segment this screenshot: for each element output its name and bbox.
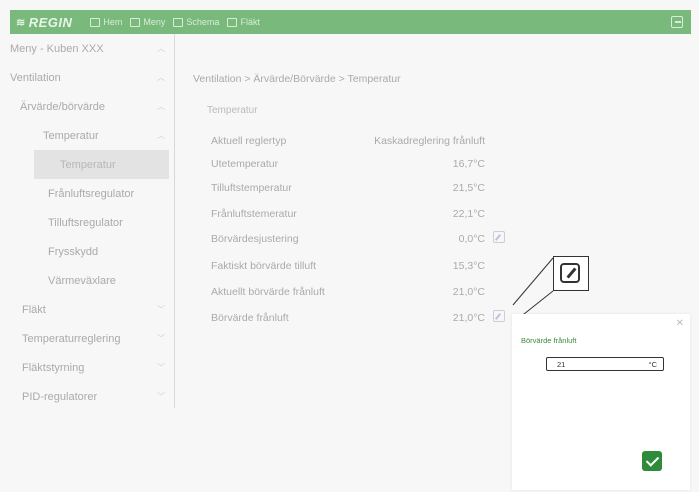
sidebar-item-meny[interactable]: Meny - Kuben XXX ︿ — [10, 34, 174, 63]
sidebar-item-franluftsregulator[interactable]: Frånluftsregulator — [10, 179, 174, 208]
chevron-up-icon: ︿ — [157, 101, 165, 111]
sidebar-item-label: Fläkt — [22, 303, 46, 316]
nav-schedule[interactable]: Schema — [173, 17, 219, 27]
row-value: 21,5°C — [452, 182, 485, 194]
popup-title: Börvärde frånluft — [521, 336, 577, 345]
row-value: 16,7°C — [452, 158, 485, 170]
breadcrumb: Ventilation > Ärvärde/Börvärde > Tempera… — [193, 73, 401, 85]
row-faktiskt-borvarde-tilluft: Faktiskt börvärde tilluft 15,3°C — [211, 260, 531, 280]
row-label: Aktuellt börvärde frånluft — [211, 286, 325, 298]
nav-home[interactable]: Hem — [90, 17, 122, 27]
sidebar-menu: Meny - Kuben XXX ︿ Ventilation ︿ Ärvärde/b… — [10, 34, 175, 408]
row-value: 21,0°C — [452, 312, 485, 324]
regin-logo: ≋ REGIN — [16, 15, 72, 30]
chevron-down-icon: ﹀ — [157, 304, 165, 314]
row-label: Aktuell reglertyp — [211, 135, 287, 147]
nav-home-label: Hem — [103, 17, 123, 27]
sidebar-item-label: Frysskydd — [48, 245, 99, 258]
logo-mark-icon: ≋ — [16, 16, 26, 29]
row-utetemperatur: Utetemperatur 16,7°C — [211, 158, 531, 178]
sidebar-item-label: Värmeväxlare — [48, 274, 116, 287]
row-label: Frånluftstemeratur — [211, 208, 297, 220]
sidebar-item-frysskydd[interactable]: Frysskydd — [10, 237, 174, 266]
nav-fan[interactable]: Fläkt — [227, 17, 260, 27]
setpoint-popup: ✕ Börvärde frånluft 21 °C — [512, 314, 690, 490]
row-borvardesjustering: Börvärdesjustering 0,0°C — [211, 231, 531, 253]
row-label: Faktiskt börvärde tilluft — [211, 260, 317, 272]
chevron-down-icon: ﹀ — [157, 333, 165, 343]
home-icon — [90, 17, 101, 27]
row-franluftstemeratur: Frånluftstemeratur 22,1°C — [211, 208, 531, 228]
sidebar-item-temperaturreglering[interactable]: Temperaturreglering ﹀ — [10, 324, 174, 353]
sidebar-item-label: PID-regulatorer — [22, 390, 98, 403]
row-value: Kaskadreglering frånluft — [374, 135, 485, 147]
sidebar-item-label: Tilluftsregulator — [48, 216, 123, 229]
row-value: 22,1°C — [452, 208, 485, 220]
row-label: Börvärdesjustering — [211, 233, 299, 245]
edit-icon[interactable] — [493, 231, 505, 243]
sidebar-item-label: Temperaturreglering — [22, 332, 121, 345]
fan-icon — [227, 17, 238, 27]
sidebar-item-temperatur-group[interactable]: Temperatur ︿ — [10, 121, 174, 150]
chevron-up-icon: ︿ — [157, 130, 165, 140]
edit-icon[interactable] — [493, 310, 505, 322]
row-label: Börvärde frånluft — [211, 312, 289, 324]
chevron-up-icon: ︿ — [157, 72, 165, 82]
sidebar-item-flakt[interactable]: Fläkt ﹀ — [10, 295, 174, 324]
sidebar-item-arvarde-borvarde[interactable]: Ärvärde/börvärde ︿ — [10, 92, 174, 121]
sidebar-item-label: Ärvärde/börvärde — [20, 100, 105, 113]
sidebar-item-tilluftsregulator[interactable]: Tilluftsregulator — [10, 208, 174, 237]
setpoint-input[interactable]: 21 °C — [546, 357, 664, 371]
callout-zoom — [553, 256, 589, 291]
sidebar-item-pid-regulatorer[interactable]: PID-regulatorer ﹀ — [10, 382, 174, 411]
sidebar-item-label: Temperatur — [60, 158, 116, 171]
sidebar-item-label: Meny - Kuben XXX — [10, 42, 104, 55]
sidebar-item-ventilation[interactable]: Ventilation ︿ — [10, 63, 174, 92]
chevron-down-icon: ﹀ — [157, 362, 165, 372]
exit-icon[interactable] — [671, 16, 683, 28]
sidebar-item-label: Temperatur — [43, 129, 99, 142]
edit-icon-zoomed — [560, 263, 580, 283]
row-aktuell-reglertyp: Aktuell reglertyp Kaskadreglering frånluf… — [211, 135, 531, 155]
nav-menu-label: Meny — [143, 17, 166, 27]
close-icon[interactable]: ✕ — [676, 318, 684, 329]
top-nav: Hem Meny Schema Fläkt — [90, 17, 268, 27]
nav-schedule-label: Schema — [186, 17, 220, 27]
row-label: Tilluftstemperatur — [211, 182, 292, 194]
row-value: 21,0°C — [452, 286, 485, 298]
top-bar: ≋ REGIN Hem Meny Schema Fläkt — [10, 10, 691, 34]
sidebar-item-label: Fläktstyrning — [22, 361, 85, 374]
confirm-button[interactable] — [642, 451, 662, 471]
sidebar-item-flaktstyrning[interactable]: Fläktstyrning ﹀ — [10, 353, 174, 382]
setpoint-value: 21 — [557, 360, 566, 369]
row-value: 15,3°C — [452, 260, 485, 272]
nav-menu[interactable]: Meny — [130, 17, 165, 27]
row-value: 0,0°C — [458, 233, 485, 245]
calendar-icon — [173, 17, 184, 27]
section-title: Temperatur — [207, 105, 258, 116]
row-tilluftstemperatur: Tilluftstemperatur 21,5°C — [211, 182, 531, 202]
sidebar-item-label: Frånluftsregulator — [48, 187, 135, 200]
sidebar-item-label: Ventilation — [10, 71, 61, 84]
sidebar-item-temperatur[interactable]: Temperatur — [34, 150, 169, 179]
nav-fan-label: Fläkt — [240, 17, 260, 27]
row-borvarde-franluft: Börvärde frånluft 21,0°C — [211, 310, 531, 332]
row-label: Utetemperatur — [211, 158, 279, 170]
chevron-down-icon: ﹀ — [157, 391, 165, 401]
sidebar-item-varmevaxlare[interactable]: Värmeväxlare — [10, 266, 174, 295]
menu-icon — [130, 17, 141, 27]
brand-name: REGIN — [28, 14, 73, 30]
chevron-up-icon: ︿ — [157, 43, 165, 53]
row-aktuellt-borvarde-franluft: Aktuellt börvärde frånluft 21,0°C — [211, 286, 531, 306]
setpoint-unit: °C — [648, 360, 657, 369]
